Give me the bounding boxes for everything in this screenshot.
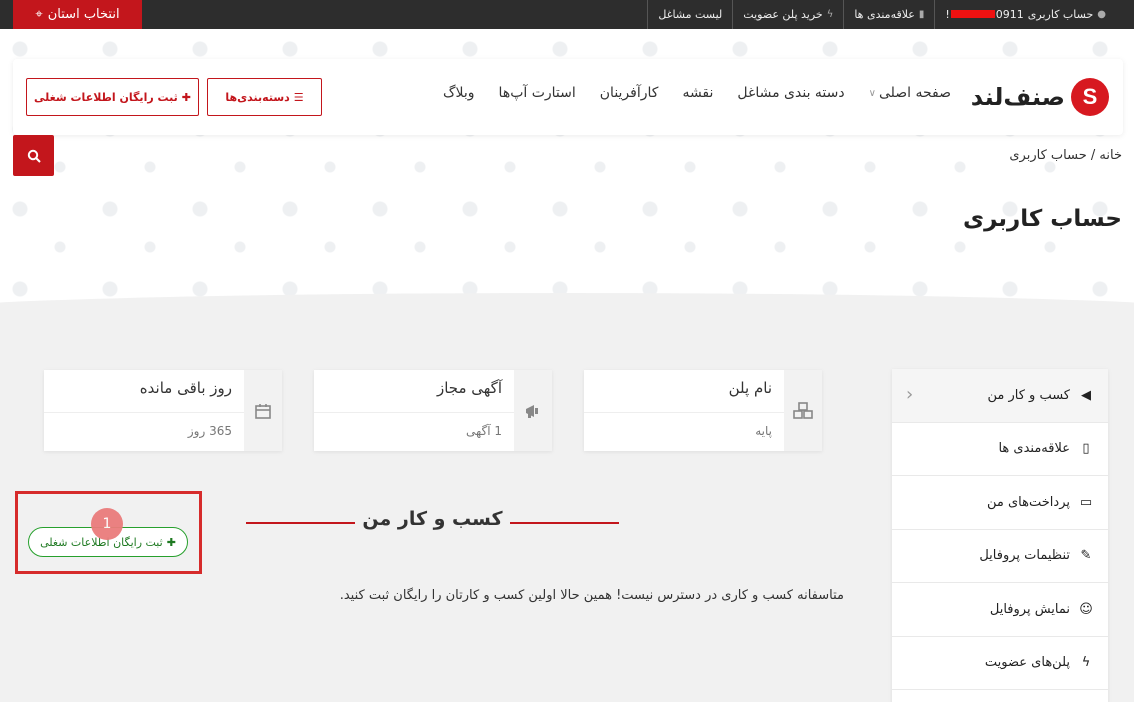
plus-icon: ✚ [181, 90, 191, 104]
edit-icon: ✎ [1080, 548, 1092, 564]
nav-startups[interactable]: استارت آپ‌ها [487, 85, 588, 101]
categories-button[interactable]: ☰ دسته‌بندی‌ها [207, 78, 322, 116]
empty-message: متاسفانه کسب و کاری در دسترس نیست! همین … [339, 588, 844, 603]
select-province-button[interactable]: ⌖ انتخاب استان [13, 0, 142, 29]
favorites-link[interactable]: ▮ علاقه‌مندی ها [843, 0, 934, 29]
credit-card-icon: ▭ [1079, 494, 1093, 510]
select-province-label: انتخاب استان [47, 7, 120, 22]
sidebar-item-payments[interactable]: ▭ پرداخت‌های من [892, 476, 1108, 530]
plus-icon: ✚ [166, 535, 176, 549]
favorites-label: علاقه‌مندی ها [854, 7, 915, 21]
sidebar-item-membership-plans[interactable]: ϟ پلن‌های عضویت [892, 637, 1108, 690]
stat-days-remaining: روز باقی مانده 365 روز [44, 370, 282, 451]
search-button[interactable] [13, 135, 54, 176]
buy-plan-label: خرید پلن عضویت [743, 7, 823, 21]
step-badge: 1 [91, 508, 123, 540]
job-list-label: لیست مشاغل [658, 7, 723, 21]
site-logo[interactable]: S صنف‌لند [971, 77, 1109, 117]
stat-allowed-ads: آگهی مجاز 1 آگهی [314, 370, 552, 451]
page-title: حساب کاربری [962, 206, 1122, 232]
breadcrumb-home[interactable]: خانه [1099, 148, 1122, 163]
account-link[interactable]: ● حساب کاربری 0911! [934, 0, 1116, 29]
logo-mark: S [1071, 78, 1109, 116]
megaphone-icon [514, 370, 552, 451]
bookmark-icon: ▯ [1082, 441, 1090, 457]
list-icon: ☰ [293, 90, 304, 104]
bolt-icon: ϟ [826, 8, 834, 20]
sidebar-item-view-profile[interactable]: ☺ نمایش پروفایل [892, 583, 1108, 637]
main-nav: صفحه اصلی ∨ دسته بندی مشاغل نقشه کارآفرین… [431, 85, 963, 101]
breadcrumb-current: حساب کاربری [1009, 148, 1087, 163]
bolt-icon: ϟ [1081, 655, 1091, 671]
account-label: حساب کاربری [1027, 7, 1094, 21]
account-sidebar: ◀ کسب و کار من ‹ ▯ علاقه‌مندی ها ▭ پرداخ… [892, 369, 1108, 702]
section-title: کسب و کار من [362, 508, 503, 530]
section-divider-right [510, 522, 619, 524]
megaphone-icon: ◀ [1081, 387, 1091, 403]
cubes-icon [784, 370, 822, 451]
logo-text: صنف‌لند [970, 83, 1065, 111]
map-marker-icon: ⌖ [35, 7, 43, 22]
sidebar-item-my-business[interactable]: ◀ کسب و کار من ‹ [892, 369, 1108, 423]
hero-curve [0, 293, 1134, 311]
user-icon: ☺ [1079, 601, 1093, 617]
user-icon: ● [1097, 8, 1106, 20]
sidebar-item-profile-settings[interactable]: ✎ تنظیمات پروفایل [892, 530, 1108, 583]
calendar-icon [244, 370, 282, 451]
top-links: ● حساب کاربری 0911! ▮ علاقه‌مندی ها ϟ خر… [647, 0, 1116, 29]
nav-entrepreneurs[interactable]: کارآفرینان [588, 85, 671, 101]
chevron-down-icon: ∨ [868, 87, 876, 99]
phone-number: 0911! [945, 7, 1024, 21]
top-bar: ⌖ انتخاب استان ● حساب کاربری 0911! ▮ علا… [0, 0, 1134, 29]
breadcrumb: خانه / حساب کاربری [1009, 148, 1122, 163]
sidebar-item-favorites[interactable]: ▯ علاقه‌مندی ها [892, 423, 1108, 476]
job-list-link[interactable]: لیست مشاغل [647, 0, 732, 29]
register-business-button[interactable]: ✚ ثبت رایگان اطلاعات شغلی [26, 78, 199, 116]
nav-job-categories[interactable]: دسته بندی مشاغل [725, 85, 856, 101]
nav-map[interactable]: نقشه [670, 85, 725, 101]
chevron-left-icon: ‹ [906, 384, 914, 405]
bookmark-icon: ▮ [918, 8, 925, 20]
section-divider-left [246, 522, 355, 524]
buy-plan-link[interactable]: ϟ خرید پلن عضویت [732, 0, 843, 29]
main-header: S صنف‌لند صفحه اصلی ∨ دسته بندی مشاغل نقش… [13, 59, 1123, 135]
stat-plan-name: نام پلن پایه [584, 370, 822, 451]
search-icon [27, 149, 41, 163]
nav-blog[interactable]: وبلاگ [431, 85, 487, 101]
redacted-digits [950, 9, 995, 18]
nav-home[interactable]: صفحه اصلی ∨ [857, 85, 963, 101]
